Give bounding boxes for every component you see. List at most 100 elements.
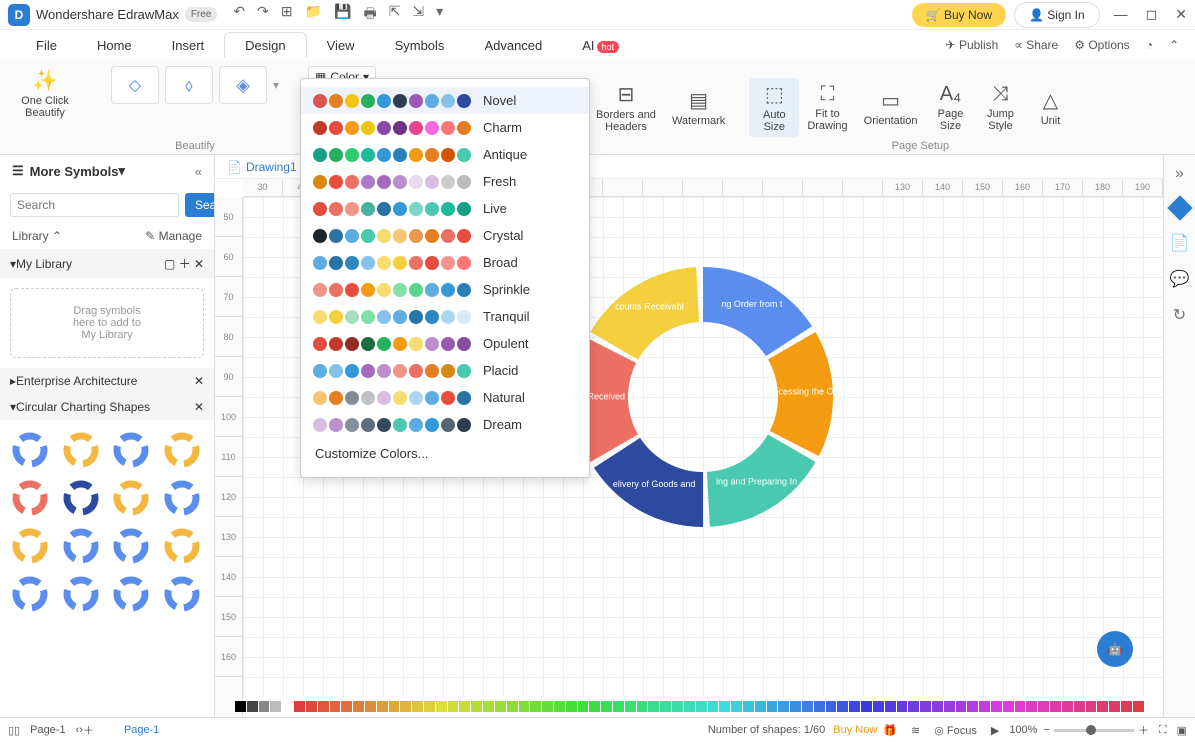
donut-segment[interactable] <box>703 267 812 356</box>
auto-size-button[interactable]: ⬚Auto Size <box>749 78 799 137</box>
strip-color[interactable] <box>542 701 553 712</box>
strip-color[interactable] <box>1050 701 1061 712</box>
palette-row-broad[interactable]: Broad <box>301 249 589 276</box>
layers-icon[interactable]: ≋ <box>911 724 920 737</box>
shape-thumb[interactable] <box>61 430 101 470</box>
palette-row-antique[interactable]: Antique <box>301 141 589 168</box>
strip-color[interactable] <box>530 701 541 712</box>
strip-color[interactable] <box>1015 701 1026 712</box>
strip-color[interactable] <box>979 701 990 712</box>
strip-color[interactable] <box>731 701 742 712</box>
zoom-out-icon[interactable]: − <box>1043 724 1049 736</box>
publish-link[interactable]: ✈ Publish <box>946 38 999 52</box>
strip-color[interactable] <box>873 701 884 712</box>
shape-thumb[interactable] <box>111 526 151 566</box>
strip-color[interactable] <box>1109 701 1120 712</box>
my-library-section[interactable]: ▾ My Library ▢ ＋ ✕ <box>0 249 214 278</box>
palette-row-dream[interactable]: Dream <box>301 411 589 438</box>
strip-color[interactable] <box>507 701 518 712</box>
strip-color[interactable] <box>1133 701 1144 712</box>
page-add-icon[interactable]: ＋ <box>83 722 94 738</box>
palette-row-natural[interactable]: Natural <box>301 384 589 411</box>
play-icon[interactable]: ▶ <box>991 724 999 737</box>
orientation-button[interactable]: ▭Orientation <box>856 84 926 131</box>
status-gift-icon[interactable]: 🎁 <box>883 724 897 737</box>
strip-color[interactable] <box>826 701 837 712</box>
strip-color[interactable] <box>648 701 659 712</box>
beautify-preset-1[interactable]: ⬦ <box>111 66 159 104</box>
strip-color[interactable] <box>235 701 246 712</box>
zoom-slider[interactable] <box>1054 729 1134 732</box>
strip-color[interactable] <box>377 701 388 712</box>
status-buynow-link[interactable]: Buy Now <box>833 724 877 736</box>
close-section-icon[interactable]: ✕ <box>194 400 204 414</box>
export-icon[interactable]: ⇱ <box>389 3 401 27</box>
strip-color[interactable] <box>353 701 364 712</box>
shape-thumb[interactable] <box>111 478 151 518</box>
shape-thumb[interactable] <box>10 430 50 470</box>
palette-row-placid[interactable]: Placid <box>301 357 589 384</box>
print-icon[interactable]: 🖶 <box>363 3 376 27</box>
page-tab-1[interactable]: Page-1 <box>20 721 75 739</box>
doc-icon[interactable]: 📄 <box>1170 233 1190 253</box>
strip-color[interactable] <box>802 701 813 712</box>
strip-color[interactable] <box>495 701 506 712</box>
tab-ai[interactable]: AIhot <box>562 33 639 58</box>
strip-color[interactable] <box>885 701 896 712</box>
strip-color[interactable] <box>790 701 801 712</box>
strip-color[interactable] <box>932 701 943 712</box>
import-icon[interactable]: ⇲ <box>412 3 424 27</box>
options-link[interactable]: ⚙ Options <box>1074 38 1129 52</box>
strip-color[interactable] <box>412 701 423 712</box>
page-nav-icon[interactable]: ▯▯ <box>8 724 20 737</box>
library-link[interactable]: Library ⌃ <box>12 229 62 243</box>
strip-color[interactable] <box>483 701 494 712</box>
strip-color[interactable] <box>849 701 860 712</box>
shape-thumb[interactable] <box>10 574 50 614</box>
strip-color[interactable] <box>897 701 908 712</box>
share-link[interactable]: ∝ Share <box>1014 38 1058 52</box>
shape-thumb[interactable] <box>162 526 202 566</box>
tab-advanced[interactable]: Advanced <box>464 33 562 58</box>
strip-color[interactable] <box>282 701 293 712</box>
strip-color[interactable] <box>861 701 872 712</box>
strip-color[interactable] <box>389 701 400 712</box>
tab-symbols[interactable]: Symbols <box>375 33 465 58</box>
page-tab-active[interactable]: Page-1 <box>114 721 169 739</box>
strip-color[interactable] <box>625 701 636 712</box>
strip-color[interactable] <box>1062 701 1073 712</box>
jump-style-button[interactable]: ⤨Jump Style <box>975 79 1025 136</box>
shape-thumb[interactable] <box>10 478 50 518</box>
strip-color[interactable] <box>613 701 624 712</box>
strip-color[interactable] <box>306 701 317 712</box>
circular-charting-section[interactable]: ▾ Circular Charting Shapes✕ <box>0 394 214 420</box>
strip-color[interactable] <box>778 701 789 712</box>
shape-thumb[interactable] <box>111 430 151 470</box>
palette-row-fresh[interactable]: Fresh <box>301 168 589 195</box>
borders-headers-button[interactable]: ⊟Borders and Headers <box>588 78 664 137</box>
open-icon[interactable]: 📁 <box>305 3 322 27</box>
strip-color[interactable] <box>270 701 281 712</box>
strip-color[interactable] <box>1026 701 1037 712</box>
donut-chart[interactable]: ng Order from tProcessing the Ordeing an… <box>553 247 853 547</box>
strip-color[interactable] <box>920 701 931 712</box>
beautify-more-icon[interactable]: ▾ <box>273 78 279 92</box>
palette-row-tranquil[interactable]: Tranquil <box>301 303 589 330</box>
sign-in-button[interactable]: 👤 Sign In <box>1014 2 1100 28</box>
enterprise-arch-section[interactable]: ▸ Enterprise Architecture✕ <box>0 368 214 394</box>
palette-row-sprinkle[interactable]: Sprinkle <box>301 276 589 303</box>
strip-color[interactable] <box>601 701 612 712</box>
strip-color[interactable] <box>1038 701 1049 712</box>
shape-thumb[interactable] <box>61 574 101 614</box>
strip-color[interactable] <box>660 701 671 712</box>
chat-icon[interactable]: 💬 <box>1170 269 1190 289</box>
shape-thumb[interactable] <box>61 526 101 566</box>
strip-color[interactable] <box>696 701 707 712</box>
strip-color[interactable] <box>519 701 530 712</box>
strip-color[interactable] <box>755 701 766 712</box>
more-symbols-header[interactable]: ☰ More Symbols▾« <box>0 155 214 187</box>
strip-color[interactable] <box>341 701 352 712</box>
strip-color[interactable] <box>589 701 600 712</box>
collapse-left-icon[interactable]: « <box>195 164 202 179</box>
collapse-ribbon-icon[interactable]: ⌃ <box>1169 38 1179 52</box>
